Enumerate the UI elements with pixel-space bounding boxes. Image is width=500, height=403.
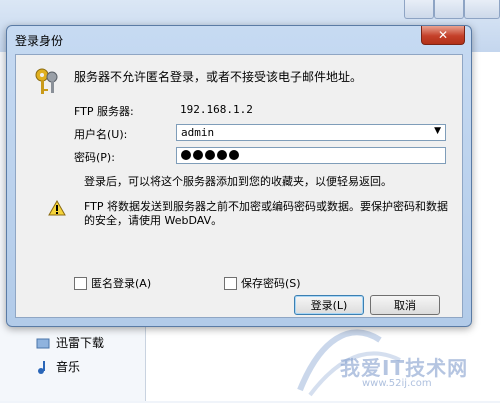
keys-icon	[34, 67, 60, 100]
bg-minimize-button[interactable]	[404, 0, 434, 19]
anonymous-login-label: 匿名登录(A)	[91, 277, 152, 290]
checkbox-box[interactable]	[224, 276, 237, 290]
username-combobox[interactable]: admin ▼	[176, 124, 446, 141]
password-dot	[181, 150, 191, 160]
chevron-down-icon[interactable]: ▼	[434, 126, 441, 136]
watermark-text: 我爱IT技术网	[340, 356, 469, 380]
download-icon	[36, 336, 50, 350]
bg-maximize-button[interactable]	[434, 0, 464, 19]
login-button[interactable]: 登录(L)	[294, 295, 364, 315]
save-password-checkbox[interactable]: 保存密码(S)	[224, 275, 301, 291]
anonymous-login-checkbox[interactable]: 匿名登录(A)	[74, 275, 151, 291]
error-message: 服务器不允许匿名登录，或者不接受该电子邮件地址。	[74, 70, 363, 84]
password-dot	[229, 150, 239, 160]
nav-item-label: 音乐	[56, 360, 81, 374]
username-value: admin	[181, 126, 215, 139]
close-icon: ✕	[437, 28, 449, 42]
password-mask	[181, 150, 239, 160]
dialog-body: 服务器不允许匿名登录，或者不接受该电子邮件地址。 FTP 服务器: 192.16…	[15, 54, 463, 318]
password-dot	[217, 150, 227, 160]
server-label: FTP 服务器:	[74, 105, 134, 118]
save-password-label: 保存密码(S)	[241, 277, 301, 290]
cancel-button[interactable]: 取消	[370, 295, 440, 315]
password-field[interactable]	[176, 147, 446, 164]
security-warning-line1: FTP 将数据发送到服务器之前不加密或编码密码或数据。要保护密码和数据	[84, 200, 448, 213]
music-note-icon	[36, 360, 50, 374]
password-dot	[205, 150, 215, 160]
nav-item-label: 迅雷下载	[56, 336, 105, 350]
close-button[interactable]: ✕	[421, 26, 465, 45]
watermark-url: www.52ij.com	[362, 378, 432, 389]
bg-close-button[interactable]	[464, 0, 500, 19]
security-warning-line2: 的安全，请使用 WebDAV。	[84, 214, 223, 227]
dialog-title: 登录身份	[15, 34, 64, 48]
nav-item-downloads[interactable]: 迅雷下载	[36, 334, 104, 351]
warning-icon	[48, 199, 66, 219]
password-label: 密码(P):	[74, 151, 115, 164]
password-dot	[193, 150, 203, 160]
server-value: 192.168.1.2	[180, 103, 253, 116]
login-dialog: 登录身份 ✕ 服务器不允许匿名登录，或者不接受该电子邮件地址。 FTP 服务器:…	[6, 25, 472, 327]
favorites-note: 登录后，可以将这个服务器添加到您的收藏夹，以便轻易返回。	[84, 175, 392, 188]
username-label: 用户名(U):	[74, 128, 128, 141]
checkbox-box[interactable]	[74, 276, 87, 290]
nav-item-music[interactable]: 音乐	[36, 358, 80, 375]
